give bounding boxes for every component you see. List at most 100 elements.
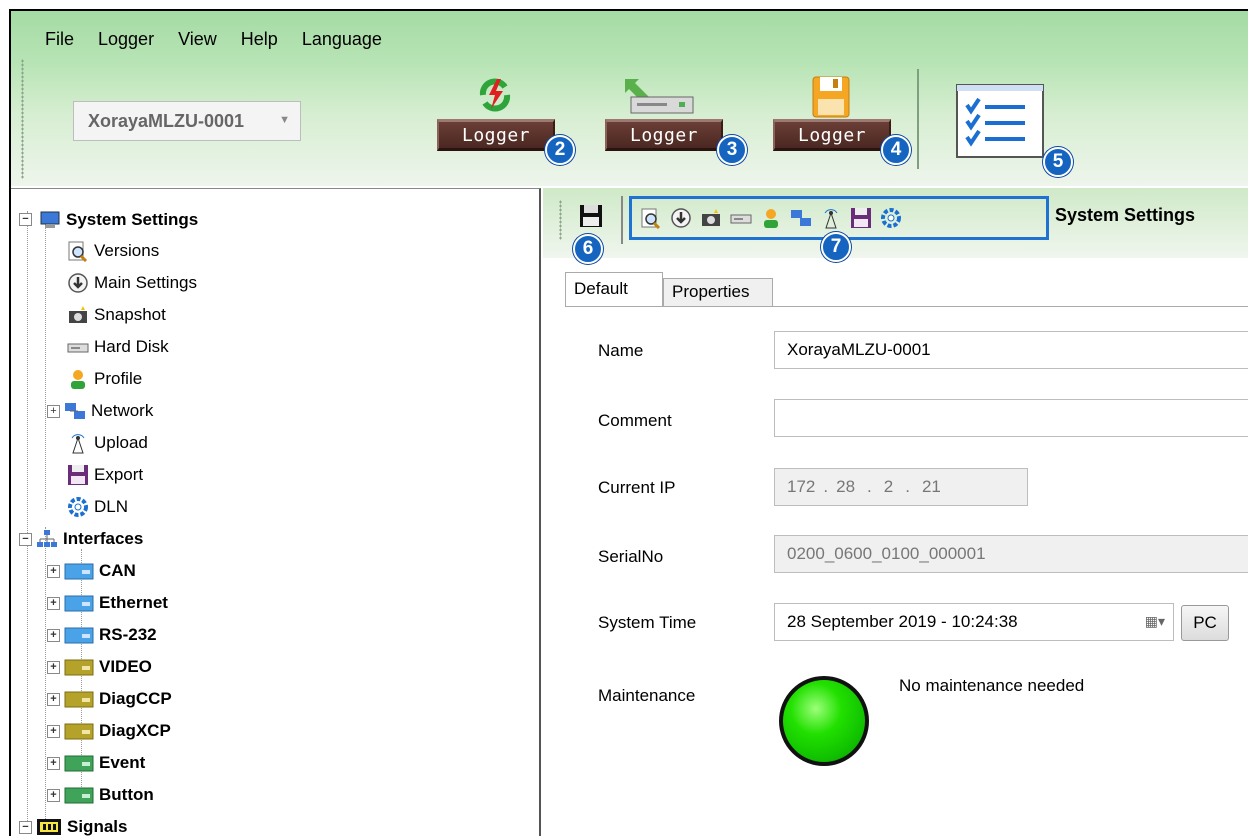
tree-item-ethernet[interactable]: + Ethernet	[47, 588, 168, 618]
tree-item-signals[interactable]: − Signals	[19, 812, 127, 836]
tree-item-interfaces[interactable]: − Interfaces	[19, 524, 143, 554]
expand-icon[interactable]: +	[47, 564, 60, 578]
callout-badge: 7	[821, 232, 851, 262]
menu-language[interactable]: Language	[302, 29, 394, 55]
versions-icon[interactable]	[640, 207, 662, 230]
menu-help[interactable]: Help	[241, 29, 290, 55]
tree-item-export[interactable]: Export	[67, 460, 143, 490]
tree-item-profile[interactable]: Profile	[67, 364, 142, 394]
tree-item-diagccp[interactable]: + DiagCCP	[47, 684, 172, 714]
system-time-field[interactable]: 28 September 2019 - 10:24:38 ▦▾	[774, 603, 1174, 641]
tree-item-dln[interactable]: DLN	[67, 492, 128, 522]
network-icon[interactable]	[790, 207, 812, 229]
tree-item-event[interactable]: + Event	[47, 748, 145, 778]
callout-badge: 6	[573, 234, 603, 264]
expand-icon[interactable]: +	[47, 596, 60, 610]
toolbar-separator	[621, 196, 623, 244]
expand-icon[interactable]: +	[47, 756, 60, 770]
tree-item-versions[interactable]: Versions	[67, 236, 159, 266]
current-ip-label: Current IP	[598, 478, 676, 497]
logger-plate: Logger	[773, 119, 891, 151]
maintenance-label: Maintenance	[598, 686, 696, 705]
comment-label: Comment	[598, 411, 672, 430]
dln-gear-icon[interactable]	[880, 207, 902, 229]
tree-item-button[interactable]: + Button	[47, 780, 154, 810]
logger-plate: Logger	[437, 119, 555, 151]
maintenance-status-text: No maintenance needed	[899, 676, 1085, 695]
camera-icon[interactable]	[700, 207, 722, 229]
floppy-icon[interactable]	[850, 207, 872, 229]
tree-item-video[interactable]: + VIDEO	[47, 652, 152, 682]
tree-item-network[interactable]: + Network	[47, 396, 153, 426]
ribbon: File Logger View Help Language XorayaMLZ…	[11, 11, 1248, 186]
main-settings-icon[interactable]	[670, 207, 692, 229]
tree-item-main-settings[interactable]: Main Settings	[67, 268, 197, 298]
tree-item-diagxcp[interactable]: + DiagXCP	[47, 716, 171, 746]
antenna-icon	[67, 432, 89, 454]
logger-download-button[interactable]: Logger 3	[605, 79, 747, 165]
logger-connect-button[interactable]: Logger 2	[437, 78, 575, 165]
menu-view[interactable]: View	[178, 29, 229, 55]
download-to-device-icon	[625, 79, 694, 114]
interface-card-icon	[64, 752, 94, 774]
serial-label: SerialNo	[598, 547, 664, 566]
ribbon-grip[interactable]	[21, 59, 24, 179]
dln-gear-icon	[67, 496, 89, 518]
expand-icon[interactable]: +	[47, 404, 60, 418]
connect-icon	[479, 78, 511, 112]
pc-time-button[interactable]: PC	[1181, 605, 1229, 641]
calendar-dropdown-icon[interactable]: ▦▾	[1145, 613, 1165, 630]
tree-item-upload[interactable]: Upload	[67, 428, 148, 458]
interface-card-icon	[64, 656, 94, 678]
name-field[interactable]: XorayaMLZU-0001	[774, 331, 1248, 369]
panel-toolbar: 6 7 System Settings	[543, 188, 1248, 264]
collapse-icon[interactable]: −	[19, 213, 32, 226]
menu-logger[interactable]: Logger	[98, 29, 166, 55]
user-icon[interactable]	[760, 207, 782, 229]
panel-save-button[interactable]	[579, 204, 603, 228]
expand-icon[interactable]: +	[47, 660, 60, 674]
tree-item-rs232[interactable]: + RS-232	[47, 620, 157, 650]
device-select[interactable]: XorayaMLZU-0001 ▼	[73, 101, 301, 141]
expand-icon[interactable]: +	[47, 724, 60, 738]
collapse-icon[interactable]: −	[19, 820, 32, 834]
tree-item-hard-disk[interactable]: Hard Disk	[67, 332, 169, 362]
tab-default[interactable]: Default	[565, 272, 663, 306]
tab-properties[interactable]: Properties	[663, 278, 773, 306]
interface-card-icon	[64, 560, 94, 582]
hard-disk-icon[interactable]	[730, 207, 752, 229]
toolbar-grip[interactable]	[559, 200, 562, 240]
expand-icon[interactable]: +	[47, 788, 60, 802]
interface-card-icon	[64, 592, 94, 614]
serial-field: 0200_0600_0100_000001	[774, 535, 1248, 573]
tree-item-system-settings[interactable]: − System Settings	[19, 205, 198, 235]
expand-icon[interactable]: +	[47, 628, 60, 642]
checklist-button[interactable]: 5	[955, 81, 1073, 177]
save-icon	[812, 76, 850, 118]
current-ip-field: 172. 28. 2. 21	[774, 468, 1028, 506]
app-window: File Logger View Help Language XorayaMLZ…	[9, 9, 1248, 836]
interfaces-icon	[36, 528, 58, 550]
interface-card-icon	[64, 688, 94, 710]
comment-field[interactable]	[774, 399, 1248, 437]
download-circle-icon	[67, 272, 89, 294]
interface-card-icon	[64, 784, 94, 806]
navigation-tree: − System Settings Versions Main Settings…	[11, 188, 541, 836]
user-icon	[67, 368, 89, 390]
tree-item-snapshot[interactable]: Snapshot	[67, 300, 166, 330]
logger-plate: Logger	[605, 119, 723, 151]
callout-badge: 5	[1043, 147, 1073, 177]
logger-save-button[interactable]: Logger 4	[773, 76, 911, 165]
antenna-icon[interactable]	[820, 207, 842, 229]
chevron-down-icon[interactable]: ▼	[279, 114, 290, 126]
name-label: Name	[598, 341, 644, 360]
collapse-icon[interactable]: −	[19, 532, 32, 546]
menu-file[interactable]: File	[45, 29, 86, 55]
menu-bar: File Logger View Help Language	[45, 29, 406, 55]
callout-badge: 3	[717, 135, 747, 165]
tree-item-can[interactable]: + CAN	[47, 556, 136, 586]
maintenance-status-led	[779, 676, 869, 766]
computer-icon	[39, 209, 61, 231]
expand-icon[interactable]: +	[47, 692, 60, 706]
floppy-save-icon	[580, 205, 602, 227]
